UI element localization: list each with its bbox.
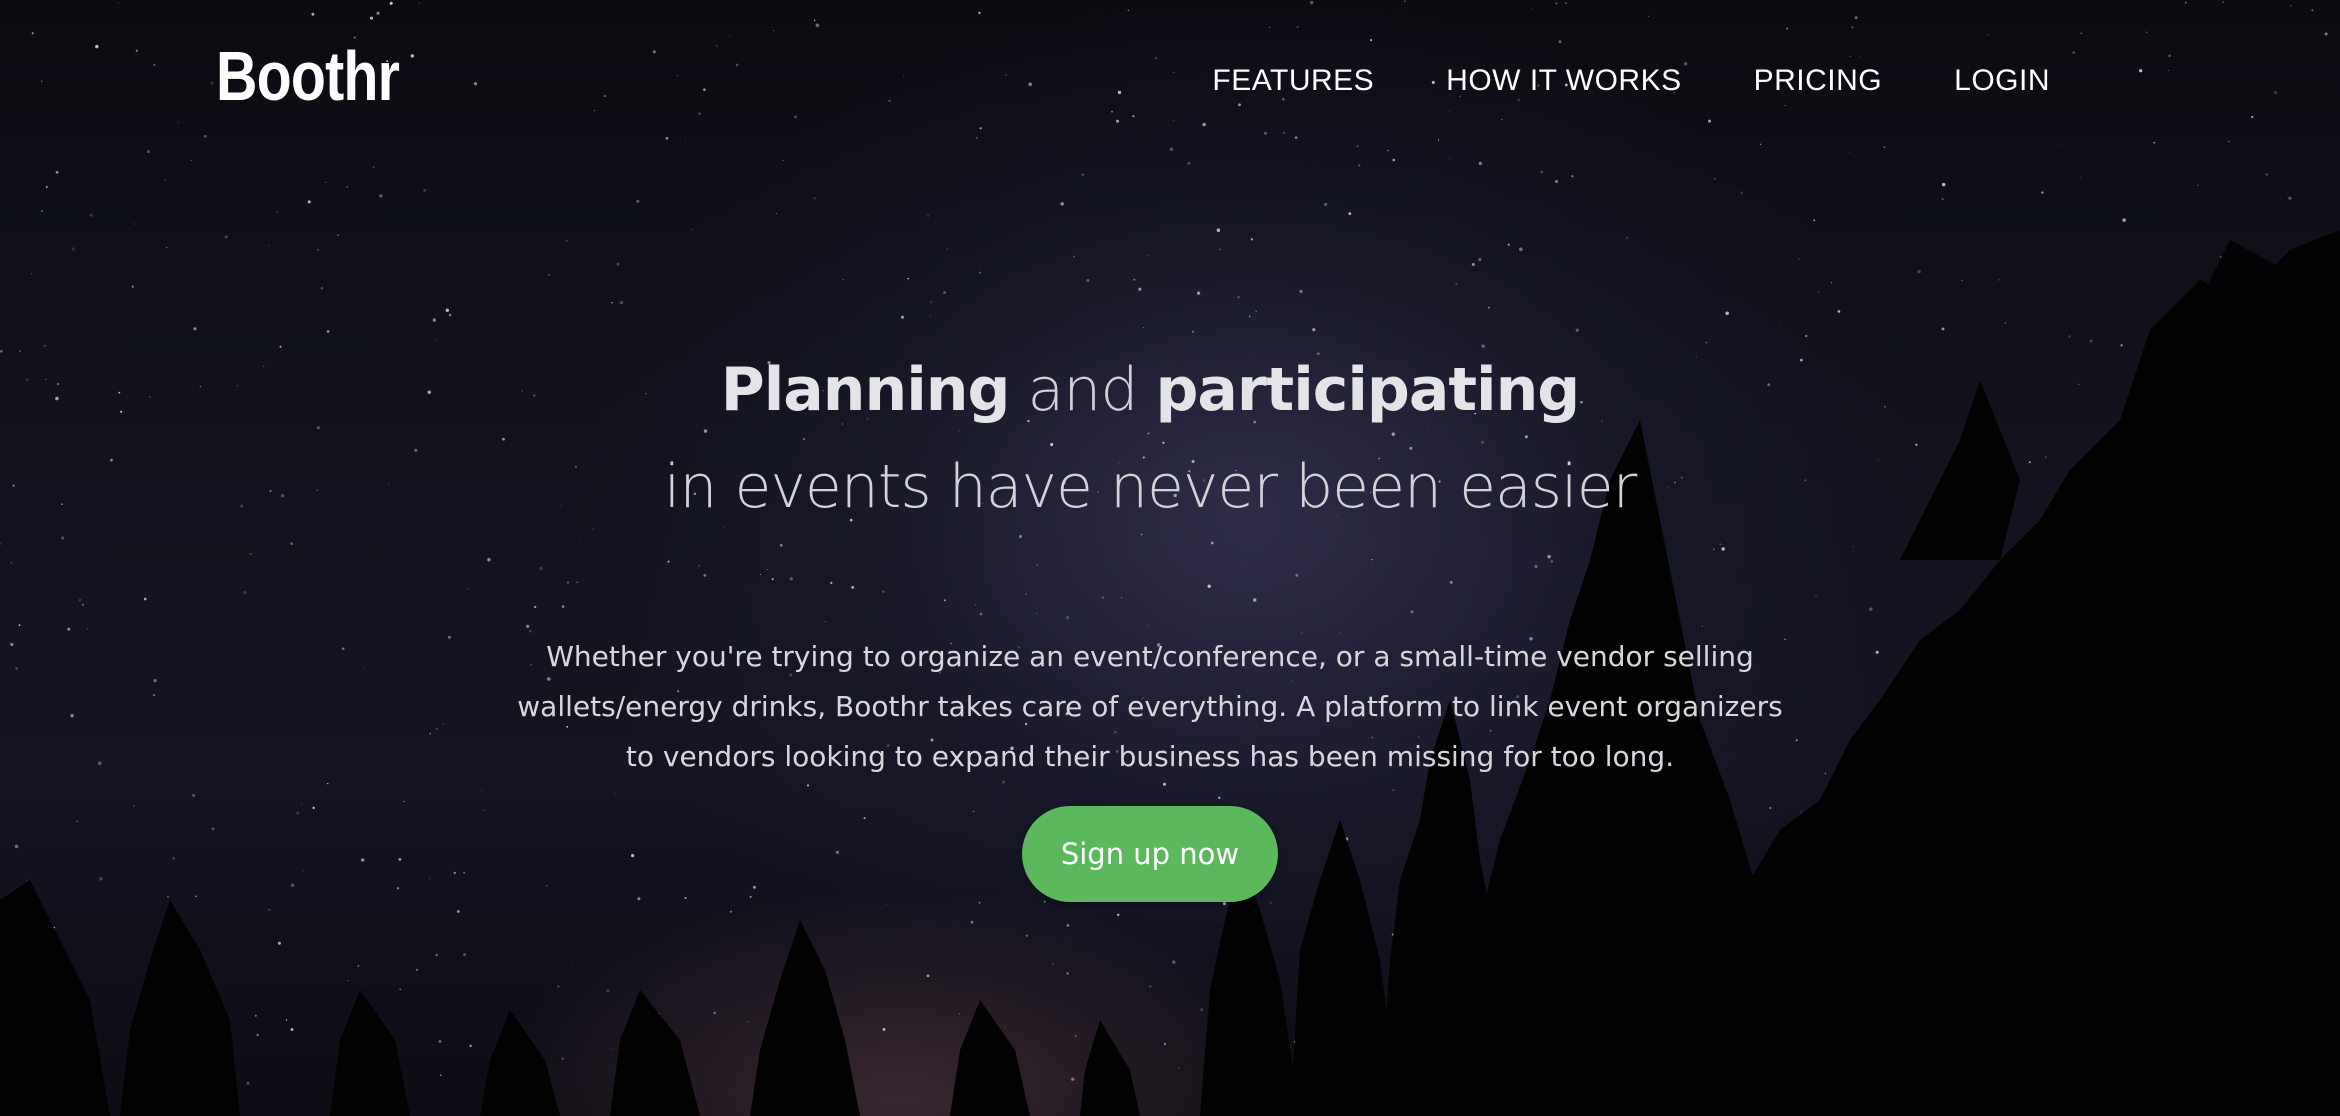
brand-logo[interactable]: Boothr — [216, 36, 400, 116]
hero-subheadline: in events have never been easier — [663, 452, 1638, 522]
headline-participating: participating — [1155, 355, 1580, 425]
sign-up-button[interactable]: Sign up now — [1022, 806, 1278, 902]
night-sky-background — [0, 0, 2340, 1116]
hero-description: Whether you're trying to organize an eve… — [517, 640, 1783, 773]
nav-item-how-it-works[interactable]: HOW IT WORKS — [1446, 64, 1681, 98]
nav-item-features[interactable]: FEATURES — [1212, 64, 1374, 98]
headline-planning: Planning — [720, 355, 1011, 425]
nav-item-login[interactable]: LOGIN — [1954, 64, 2050, 98]
nav-item-pricing[interactable]: PRICING — [1754, 64, 1883, 98]
hero-section: Boothr FEATURES HOW IT WORKS PRICING LOG… — [0, 0, 2340, 1116]
headline-and: and — [1009, 355, 1156, 425]
main-nav: FEATURES HOW IT WORKS PRICING LOGIN — [1212, 64, 2050, 98]
hero-headline: Planning and participating — [0, 355, 2300, 425]
